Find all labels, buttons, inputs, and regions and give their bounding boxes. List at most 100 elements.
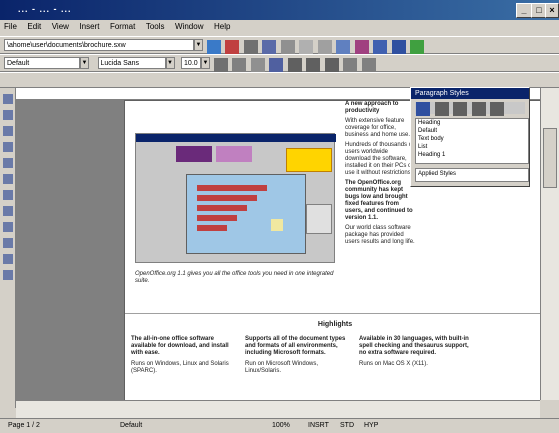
style-item[interactable]: Heading	[418, 119, 528, 127]
image-chart-bar	[197, 225, 227, 231]
chevron-down-icon[interactable]: ▼	[165, 57, 175, 69]
stylist-title: Paragraph Styles	[411, 88, 529, 99]
spellcheck-icon[interactable]	[3, 190, 13, 200]
spellcheck-icon[interactable]	[280, 40, 295, 54]
paragraph: With extensive feature coverage for offi…	[345, 118, 411, 138]
paragraph-style-combo[interactable]: Default	[4, 57, 80, 69]
save-icon[interactable]	[243, 40, 258, 54]
status-bar: Page 1 / 2 Default 100% INSRT STD HYP	[0, 418, 559, 433]
edit-file-icon[interactable]	[206, 40, 221, 54]
highlight-item: Supports all of the document types and f…	[245, 336, 346, 356]
character-styles-icon[interactable]	[434, 102, 449, 116]
italic-icon[interactable]	[232, 58, 247, 72]
status-selection-mode[interactable]: STD	[340, 422, 354, 429]
bullets-icon[interactable]	[361, 58, 376, 72]
show-draw-functions-icon[interactable]	[3, 142, 13, 152]
paragraph: Hundreds of thousands of users worldwide…	[345, 142, 414, 176]
chevron-down-icon[interactable]: ▼	[194, 39, 203, 51]
paragraph: The OpenOffice.org community has kept bu…	[345, 180, 413, 221]
styles-list[interactable]: Heading Default Text body List Heading 1	[415, 118, 529, 164]
bold-icon[interactable]	[213, 58, 228, 72]
copy-icon[interactable]	[317, 40, 332, 54]
navigator-icon[interactable]	[391, 40, 406, 54]
fill-format-icon[interactable]	[490, 102, 505, 116]
window-title: ... - ... - ...	[18, 4, 72, 14]
highlight-col-3: Available in 30 languages, with built-in…	[359, 336, 469, 368]
insert-fields-icon[interactable]	[3, 110, 13, 120]
stylist-window[interactable]: Paragraph Styles Heading Default Text bo…	[410, 87, 530, 187]
open-icon[interactable]	[225, 40, 240, 54]
image-callout	[286, 148, 332, 172]
url-field[interactable]: \ahome\user\documents\brochure.sxw	[4, 39, 194, 51]
paragraph: A new approach to productivity	[345, 101, 399, 114]
align-center-icon[interactable]	[287, 58, 302, 72]
status-zoom[interactable]: 100%	[272, 422, 290, 429]
status-insert-mode[interactable]: INSRT	[308, 422, 329, 429]
cut-icon[interactable]	[299, 40, 314, 54]
highlight-col-2: Supports all of the document types and f…	[245, 336, 355, 375]
scroll-thumb[interactable]	[543, 128, 557, 188]
menu-format[interactable]: Format	[106, 20, 139, 33]
font-name-combo[interactable]: Lucida Sans	[97, 57, 166, 69]
paste-icon[interactable]	[336, 40, 351, 54]
image-chart-marker	[271, 219, 283, 231]
image-chart-bar	[197, 185, 267, 191]
menu-view[interactable]: View	[48, 20, 73, 33]
frame-styles-icon[interactable]	[453, 102, 468, 116]
ruler-toolbar	[0, 72, 559, 88]
redo-icon[interactable]	[373, 40, 388, 54]
chevron-down-icon[interactable]: ▼	[80, 57, 89, 69]
screenshot-image[interactable]	[135, 133, 336, 263]
data-sources-icon[interactable]	[3, 222, 13, 232]
menu-edit[interactable]: Edit	[23, 20, 45, 33]
insert-icon[interactable]	[3, 94, 13, 104]
numbering-icon[interactable]	[343, 58, 358, 72]
gallery-icon[interactable]	[410, 40, 425, 54]
form-functions-icon[interactable]	[3, 158, 13, 168]
insert-object-icon[interactable]	[3, 126, 13, 136]
menu-insert[interactable]: Insert	[75, 20, 103, 33]
stylist-toolbar	[415, 102, 525, 116]
image-toolbar-swatch	[216, 146, 252, 162]
nonprinting-chars-icon[interactable]	[3, 238, 13, 248]
minimize-button[interactable]: _	[516, 3, 532, 18]
find-replace-icon[interactable]	[3, 206, 13, 216]
menu-bar: File Edit View Insert Format Tools Windo…	[0, 20, 559, 35]
paragraph: Our world class software package has pro…	[345, 225, 415, 245]
image-chart-bar	[197, 205, 247, 211]
horizontal-scrollbar[interactable]	[16, 400, 540, 418]
image-chart-bar	[197, 215, 237, 221]
edit-autotext-icon[interactable]	[3, 174, 13, 184]
section-divider	[125, 313, 540, 314]
page-styles-icon[interactable]	[471, 102, 486, 116]
online-layout-icon[interactable]	[3, 270, 13, 280]
graphics-off-icon[interactable]	[3, 254, 13, 264]
image-titlebar	[136, 134, 336, 142]
menu-file[interactable]: File	[0, 20, 21, 33]
style-item[interactable]: Heading 1	[418, 151, 528, 159]
align-left-icon[interactable]	[269, 58, 284, 72]
style-filter-select[interactable]: Applied Styles	[415, 168, 529, 182]
highlight-sub: Runs on Windows, Linux and Solaris (SPAR…	[131, 361, 229, 374]
print-icon[interactable]	[262, 40, 277, 54]
menu-tools[interactable]: Tools	[142, 20, 169, 33]
underline-icon[interactable]	[250, 58, 265, 72]
align-right-icon[interactable]	[306, 58, 321, 72]
justify-icon[interactable]	[324, 58, 339, 72]
undo-icon[interactable]	[354, 40, 369, 54]
paragraph-styles-icon[interactable]	[416, 102, 430, 116]
font-size-combo[interactable]: 10.0	[181, 57, 202, 69]
menu-window[interactable]: Window	[171, 20, 207, 33]
chevron-down-icon[interactable]: ▼	[201, 57, 211, 69]
vertical-scrollbar[interactable]	[540, 88, 559, 400]
highlight-item: The all-in-one office software available…	[131, 336, 229, 356]
style-item[interactable]: Default	[418, 127, 528, 135]
close-button[interactable]: ×	[545, 3, 559, 18]
function-bar: \ahome\user\documents\brochure.sxw ▼	[0, 36, 559, 54]
status-hyperlink-mode[interactable]: HYP	[364, 422, 378, 429]
menu-help[interactable]: Help	[210, 20, 234, 33]
style-item[interactable]: List	[418, 143, 528, 151]
style-item[interactable]: Text body	[418, 135, 528, 143]
image-chart-bar	[197, 195, 257, 201]
highlight-sub: Runs on Mac OS X (X11).	[359, 361, 428, 367]
